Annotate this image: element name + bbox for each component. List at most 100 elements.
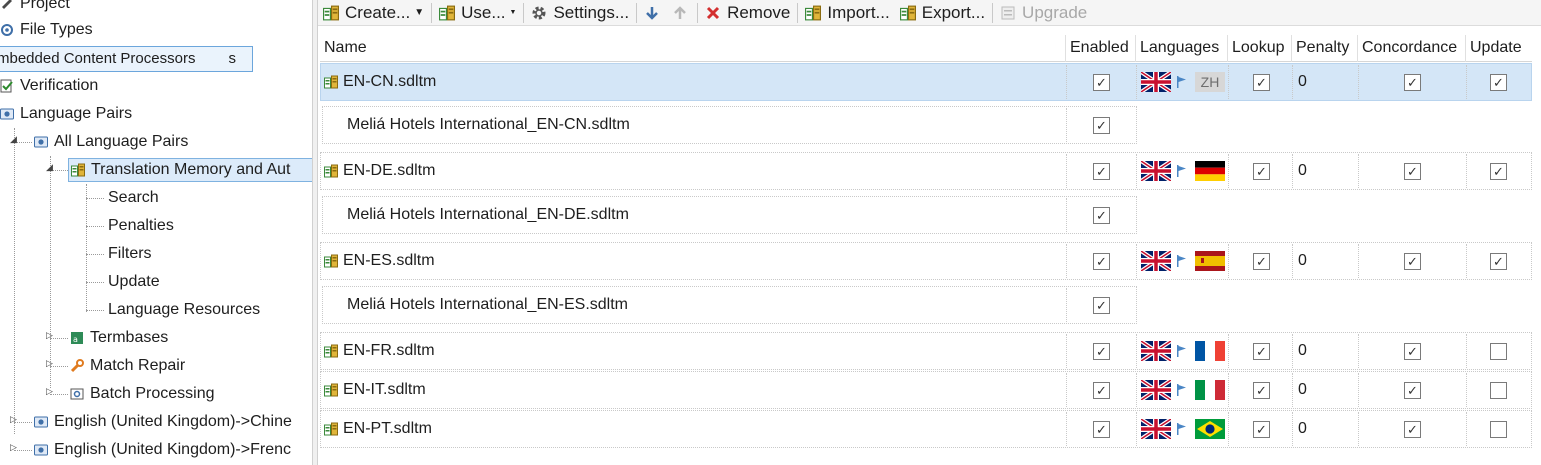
enabled-checkbox[interactable]: ✓ xyxy=(1093,252,1110,270)
tm-child-row-en-de[interactable]: Meliá Hotels International_EN-DE.sdltm ✓ xyxy=(322,196,1137,234)
collapse-arrow-icon[interactable]: ◢ xyxy=(46,162,53,173)
enabled-checkbox[interactable]: ✓ xyxy=(1093,73,1110,91)
concordance-checkbox[interactable]: ✓ xyxy=(1404,252,1421,270)
export-button[interactable]: Export... xyxy=(895,1,990,25)
penalty-value[interactable]: 0 xyxy=(1298,73,1307,91)
enabled-checkbox[interactable]: ✓ xyxy=(1093,420,1110,438)
penalty-cell: 0 xyxy=(1298,64,1307,100)
remove-button[interactable]: Remove xyxy=(700,1,795,25)
update-checkbox[interactable] xyxy=(1490,381,1507,399)
update-checkbox[interactable]: ✓ xyxy=(1490,162,1507,180)
expand-arrow-icon[interactable]: ▷ xyxy=(10,442,17,453)
settings-button[interactable]: Settings... xyxy=(526,1,634,25)
lookup-checkbox[interactable]: ✓ xyxy=(1253,342,1270,360)
penalty-value[interactable]: 0 xyxy=(1298,381,1307,399)
update-checkbox[interactable] xyxy=(1490,420,1507,438)
tree-item-project[interactable]: Project xyxy=(0,0,70,16)
pane-splitter[interactable] xyxy=(312,0,318,465)
tree-item-language-resources[interactable]: Language Resources xyxy=(108,298,260,322)
update-checkbox[interactable]: ✓ xyxy=(1490,73,1507,91)
tm-row-en-fr[interactable]: EN-FR.sdltm ✓ ✓ 0 ✓ xyxy=(320,332,1532,370)
tree-item-translation-memory[interactable]: Translation Memory and Aut xyxy=(68,158,312,182)
lookup-cell: ✓ xyxy=(1253,153,1270,189)
expand-arrow-icon[interactable]: ▷ xyxy=(10,414,17,425)
cell-separator xyxy=(1358,412,1359,446)
update-cell xyxy=(1490,372,1507,408)
tm-row-en-de[interactable]: EN-DE.sdltm ✓ ✓ 0 ✓ ✓ xyxy=(320,152,1532,190)
collapse-arrow-icon[interactable]: ◢ xyxy=(10,134,17,145)
move-up-button[interactable] xyxy=(667,1,695,25)
tree-item-batch-processing[interactable]: Batch Processing xyxy=(70,382,215,406)
penalty-value[interactable]: 0 xyxy=(1298,252,1307,270)
lookup-checkbox[interactable]: ✓ xyxy=(1253,252,1270,270)
cell-separator xyxy=(1358,154,1359,188)
tm-child-row-en-es[interactable]: Meliá Hotels International_EN-ES.sdltm ✓ xyxy=(322,286,1137,324)
column-header-languages[interactable]: Languages xyxy=(1136,35,1228,62)
import-button[interactable]: Import... xyxy=(800,1,894,25)
tm-row-en-pt[interactable]: EN-PT.sdltm ✓ ✓ 0 ✓ xyxy=(320,410,1532,448)
use-button[interactable]: Use... ▼ xyxy=(434,1,521,25)
upgrade-button[interactable]: Upgrade xyxy=(995,1,1092,25)
penalty-value[interactable]: 0 xyxy=(1298,420,1307,438)
create-button[interactable]: Create... ▼ xyxy=(318,1,429,25)
arrow-down-icon xyxy=(646,6,658,20)
lookup-checkbox[interactable]: ✓ xyxy=(1253,420,1270,438)
penalty-value[interactable]: 0 xyxy=(1298,342,1307,360)
enabled-checkbox[interactable]: ✓ xyxy=(1093,381,1110,399)
expand-arrow-icon[interactable]: ▷ xyxy=(46,386,53,397)
cell-separator xyxy=(1136,154,1137,188)
tree-item-update[interactable]: Update xyxy=(108,270,160,294)
tm-row-en-es[interactable]: EN-ES.sdltm ✓ ✓ 0 ✓ ✓ xyxy=(320,242,1532,280)
tree-item-language-pair-chinese[interactable]: English (United Kingdom)->Chine xyxy=(34,410,292,434)
column-header-enabled[interactable]: Enabled xyxy=(1066,35,1136,62)
dropdown-arrow-icon[interactable]: ▼ xyxy=(414,7,424,18)
concordance-checkbox[interactable]: ✓ xyxy=(1404,162,1421,180)
column-header-concordance[interactable]: Concordance xyxy=(1358,35,1466,62)
tm-row-en-it[interactable]: EN-IT.sdltm ✓ ✓ 0 ✓ xyxy=(320,371,1532,409)
tree-item-verification[interactable]: Verification xyxy=(0,74,98,98)
column-header-penalty[interactable]: Penalty xyxy=(1292,35,1358,62)
tree-item-termbases[interactable]: a Termbases xyxy=(70,326,168,350)
gear-icon xyxy=(532,6,546,19)
tree-item-language-pair-french[interactable]: English (United Kingdom)->Frenc xyxy=(34,438,291,462)
update-checkbox[interactable]: ✓ xyxy=(1490,252,1507,270)
tm-name-cell: EN-ES.sdltm xyxy=(324,243,435,279)
update-checkbox[interactable] xyxy=(1490,342,1507,360)
tree-item-filters[interactable]: Filters xyxy=(108,242,152,266)
enabled-checkbox[interactable]: ✓ xyxy=(1093,116,1110,134)
cell-separator xyxy=(1066,244,1067,278)
enabled-cell: ✓ xyxy=(1093,372,1110,408)
enabled-checkbox[interactable]: ✓ xyxy=(1093,296,1110,314)
tm-child-name-cell: Meliá Hotels International_EN-CN.sdltm xyxy=(347,107,630,143)
tm-child-row-en-cn[interactable]: Meliá Hotels International_EN-CN.sdltm ✓ xyxy=(322,106,1137,144)
enabled-checkbox[interactable]: ✓ xyxy=(1093,342,1110,360)
enabled-checkbox[interactable]: ✓ xyxy=(1093,206,1110,224)
concordance-checkbox[interactable]: ✓ xyxy=(1404,73,1421,91)
column-header-name[interactable]: Name xyxy=(320,35,1066,62)
column-header-lookup[interactable]: Lookup xyxy=(1228,35,1292,62)
move-down-button[interactable] xyxy=(639,1,667,25)
concordance-checkbox[interactable]: ✓ xyxy=(1404,420,1421,438)
enabled-checkbox[interactable]: ✓ xyxy=(1093,162,1110,180)
expand-arrow-icon[interactable]: ▷ xyxy=(46,330,53,341)
tree-item-penalties[interactable]: Penalties xyxy=(108,214,174,238)
tree-item-all-language-pairs[interactable]: All Language Pairs xyxy=(34,130,188,154)
tree-item-search[interactable]: Search xyxy=(108,186,159,210)
dropdown-arrow-icon[interactable]: ▼ xyxy=(510,9,517,16)
penalty-value[interactable]: 0 xyxy=(1298,162,1307,180)
concordance-checkbox[interactable]: ✓ xyxy=(1404,342,1421,360)
column-header-update[interactable]: Update xyxy=(1466,35,1532,62)
tree-item-file-types[interactable]: File Types xyxy=(0,18,93,42)
lookup-cell: ✓ xyxy=(1253,243,1270,279)
languages-cell xyxy=(1141,372,1225,408)
tree-item-language-pairs[interactable]: Language Pairs xyxy=(0,102,132,126)
lookup-checkbox[interactable]: ✓ xyxy=(1253,381,1270,399)
expand-arrow-icon[interactable]: ▷ xyxy=(46,358,53,369)
tree-item-label: All Language Pairs xyxy=(54,133,189,150)
tree-item-match-repair[interactable]: Match Repair xyxy=(70,354,185,378)
tm-row-en-cn[interactable]: EN-CN.sdltm ✓ ZH ✓ 0 ✓ ✓ xyxy=(320,63,1532,101)
concordance-checkbox[interactable]: ✓ xyxy=(1404,381,1421,399)
enabled-cell: ✓ xyxy=(1093,197,1110,233)
lookup-checkbox[interactable]: ✓ xyxy=(1253,73,1270,91)
lookup-checkbox[interactable]: ✓ xyxy=(1253,162,1270,180)
